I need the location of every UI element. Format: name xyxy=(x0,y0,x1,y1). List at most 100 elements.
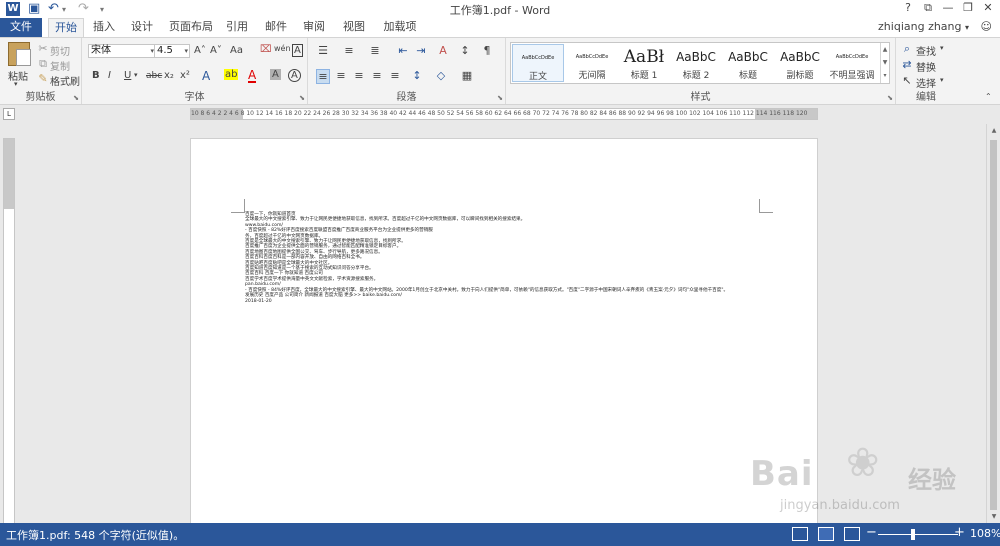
increase-indent-icon[interactable]: ⇥ xyxy=(414,44,428,57)
redo-icon[interactable]: ↷ xyxy=(78,1,89,16)
style-title[interactable]: AaBbC 标题 xyxy=(722,44,774,82)
zoom-out-button[interactable]: − xyxy=(866,525,877,540)
zoom-level[interactable]: 108% xyxy=(970,527,1000,540)
paste-button[interactable]: 粘贴 xyxy=(8,68,28,83)
cut-button[interactable]: 剪切 xyxy=(50,43,70,58)
sort-icon[interactable]: ↕ xyxy=(458,44,472,57)
zoom-in-button[interactable]: + xyxy=(954,525,965,540)
paragraph-launcher-icon[interactable]: ⬊ xyxy=(497,94,503,102)
minimize-button[interactable]: — xyxy=(938,1,958,14)
styles-gallery-scroll[interactable]: ▲ ▼ ▾ xyxy=(880,43,889,83)
paste-icon[interactable] xyxy=(8,42,31,66)
horizontal-ruler[interactable]: 10 8 6 4 2 2 4 6 8 10 12 14 16 18 20 22 … xyxy=(190,108,818,120)
tab-file[interactable]: 文件 xyxy=(0,18,42,37)
save-icon[interactable]: ▣ xyxy=(28,1,40,16)
style-subtle-emphasis[interactable]: AaBbCcDdEe 不明显强调 xyxy=(826,44,878,82)
binoculars-icon[interactable]: ⌕ xyxy=(900,42,914,56)
font-color-button[interactable]: A xyxy=(248,69,257,83)
text-effects-button[interactable]: A xyxy=(202,69,210,83)
chinese-layout-icon[interactable]: A xyxy=(436,44,450,57)
tab-addins[interactable]: 加载项 xyxy=(378,18,422,37)
find-button[interactable]: 查找 xyxy=(916,43,936,58)
web-layout-icon[interactable] xyxy=(844,527,860,541)
borders-icon[interactable]: ▦ xyxy=(460,69,474,82)
shrink-font-button[interactable]: A˅ xyxy=(210,45,222,56)
align-right-icon[interactable]: ≡ xyxy=(352,69,366,82)
font-family-select[interactable]: 宋体 ▾ xyxy=(88,44,156,58)
zoom-slider[interactable] xyxy=(878,534,958,535)
style-normal[interactable]: AaBbCcDdEe 正文 xyxy=(512,44,564,82)
distributed-icon[interactable]: ≡ xyxy=(388,69,402,82)
bold-button[interactable]: B xyxy=(92,70,100,81)
subscript-button[interactable]: x₂ xyxy=(164,70,174,81)
chevron-up-icon[interactable]: ▲ xyxy=(881,43,889,56)
vertical-ruler[interactable] xyxy=(3,138,15,524)
chevron-down-icon[interactable]: ▼ xyxy=(881,56,889,69)
clipboard-launcher-icon[interactable]: ⬊ xyxy=(73,94,79,102)
line-spacing-icon[interactable]: ↕ xyxy=(410,69,424,82)
customize-quick-access-icon[interactable]: ▾ xyxy=(100,5,104,14)
superscript-button[interactable]: x² xyxy=(180,70,190,81)
read-mode-icon[interactable] xyxy=(792,527,808,541)
style-no-spacing[interactable]: AaBbCcDdEe 无间隔 xyxy=(566,44,618,82)
tab-insert[interactable]: 插入 xyxy=(88,18,120,37)
format-painter-button[interactable]: 格式刷 xyxy=(50,73,80,88)
zoom-slider-thumb[interactable] xyxy=(911,529,915,540)
smiley-feedback-icon[interactable]: ☺ xyxy=(981,20,992,33)
font-launcher-icon[interactable]: ⬊ xyxy=(299,94,305,102)
more-styles-icon[interactable]: ▾ xyxy=(881,69,889,82)
font-size-select[interactable]: 4.5 ▾ xyxy=(154,44,190,58)
tab-page-layout[interactable]: 页面布局 xyxy=(166,18,216,37)
style-heading-1[interactable]: AaBł 标题 1 xyxy=(618,44,670,82)
italic-button[interactable]: I xyxy=(108,70,111,81)
tab-home[interactable]: 开始 xyxy=(48,18,84,38)
shading-icon[interactable]: ◇ xyxy=(434,69,448,82)
align-left-icon[interactable]: ≡ xyxy=(316,69,330,84)
tab-selector[interactable]: L xyxy=(3,108,15,120)
change-case-button[interactable]: Aa xyxy=(230,45,243,56)
copy-button[interactable]: 复制 xyxy=(50,58,70,73)
scissors-icon[interactable]: ✂ xyxy=(36,42,50,55)
paste-dropdown-icon[interactable]: ▾ xyxy=(14,80,18,88)
replace-button[interactable]: 替换 xyxy=(916,59,936,74)
undo-dropdown-icon[interactable]: ▾ xyxy=(62,5,66,14)
character-border-button[interactable]: A xyxy=(292,44,303,57)
text-highlight-button[interactable]: ab xyxy=(224,69,239,80)
tab-mailings[interactable]: 邮件 xyxy=(260,18,292,37)
help-button[interactable]: ? xyxy=(898,1,918,14)
collapse-ribbon-icon[interactable]: ⌃ xyxy=(985,92,992,101)
scroll-up-icon[interactable]: ▲ xyxy=(987,127,1000,134)
document-body[interactable]: 百度一下，你就知道首页 全球最大的中文搜索引擎、致力于让网民更便捷地获取信息，找… xyxy=(245,212,765,304)
enclose-characters-button[interactable]: A xyxy=(288,69,301,82)
tab-references[interactable]: 引用 xyxy=(222,18,252,37)
document-page[interactable]: 百度一下，你就知道首页 全球最大的中文搜索引擎、致力于让网民更便捷地获取信息，找… xyxy=(190,138,818,528)
style-heading-2[interactable]: AaBbC 标题 2 xyxy=(670,44,722,82)
select-dropdown-icon[interactable]: ▾ xyxy=(940,76,944,84)
multilevel-list-icon[interactable]: ≣ xyxy=(368,44,382,57)
underline-dropdown-icon[interactable]: ▾ xyxy=(134,71,138,79)
grow-font-button[interactable]: A˄ xyxy=(194,45,206,56)
bullets-icon[interactable]: ☰ xyxy=(316,44,330,57)
format-painter-icon[interactable]: ✎ xyxy=(36,72,50,85)
phonetic-guide-button[interactable]: wén xyxy=(274,44,291,53)
character-shading-button[interactable]: A xyxy=(270,69,281,80)
center-icon[interactable]: ≡ xyxy=(334,69,348,82)
print-layout-icon[interactable] xyxy=(818,527,834,541)
underline-button[interactable]: U xyxy=(124,70,131,81)
strikethrough-button[interactable]: abc xyxy=(146,71,162,81)
word-app-icon[interactable]: W xyxy=(6,2,20,16)
styles-launcher-icon[interactable]: ⬊ xyxy=(887,94,893,102)
copy-icon[interactable]: ⧉ xyxy=(36,57,50,71)
tab-design[interactable]: 设计 xyxy=(126,18,158,37)
close-button[interactable]: ✕ xyxy=(978,1,998,14)
justify-icon[interactable]: ≡ xyxy=(370,69,384,82)
numbering-icon[interactable]: ≡ xyxy=(342,44,356,57)
replace-icon[interactable]: ⇄ xyxy=(900,58,914,71)
ribbon-display-options-icon[interactable]: ⧉ xyxy=(918,1,938,15)
tab-view[interactable]: 视图 xyxy=(338,18,370,37)
select-cursor-icon[interactable]: ↖ xyxy=(900,74,914,87)
find-dropdown-icon[interactable]: ▾ xyxy=(940,44,944,52)
style-subtitle[interactable]: AaBbC 副标题 xyxy=(774,44,826,82)
user-account[interactable]: zhiqiang zhang ▾ ☺ xyxy=(878,20,992,33)
show-marks-icon[interactable]: ¶ xyxy=(480,44,494,57)
